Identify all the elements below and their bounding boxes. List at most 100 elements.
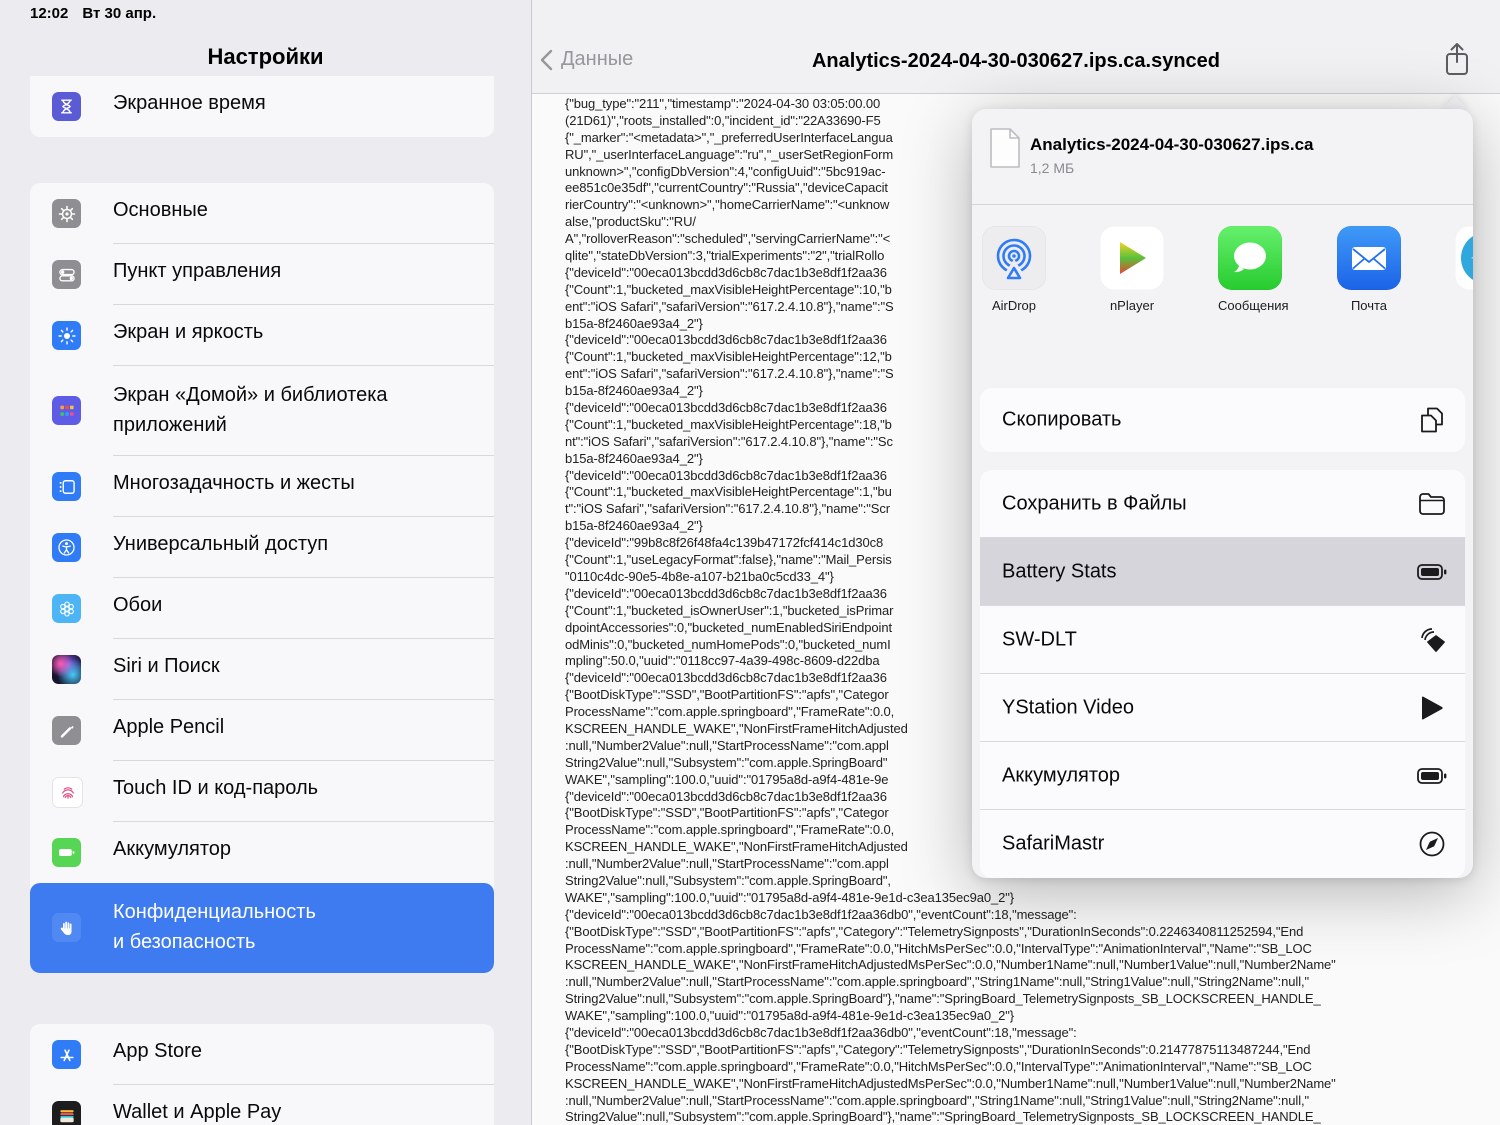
battery-app-icon bbox=[52, 838, 81, 867]
log-line: WAKE","sampling":100.0,"uuid":"01795a8d-… bbox=[565, 889, 1014, 905]
hand-icon bbox=[52, 913, 81, 942]
home-screen-icon bbox=[52, 396, 81, 425]
pencil-icon bbox=[52, 716, 81, 745]
sidebar-item-siri-search[interactable]: Siri и Поиск bbox=[30, 639, 494, 700]
app-store-icon bbox=[52, 1040, 81, 1069]
share-action-label: Battery Stats bbox=[1002, 560, 1117, 583]
sidebar-item-label: Многозадачность и жесты bbox=[113, 472, 355, 494]
sidebar-item-label: Экран и яркость bbox=[113, 321, 264, 343]
share-icon bbox=[1446, 43, 1468, 75]
log-line: {"BootDiskType":"SSD","BootPartitionFS":… bbox=[565, 1041, 1311, 1057]
sidebar-item-wallet[interactable]: Wallet и Apple Pay bbox=[30, 1085, 494, 1125]
sidebar-item-label: Wallet и Apple Pay bbox=[113, 1101, 282, 1123]
messages-icon bbox=[1218, 226, 1282, 290]
sidebar-item-home-screen[interactable]: Экран «Домой» и библиотека приложений bbox=[30, 366, 494, 456]
share-action-label: SafariMastr bbox=[1002, 832, 1105, 855]
sidebar-item-label: Основные bbox=[113, 199, 208, 221]
sidebar-item-app-store[interactable]: App Store bbox=[30, 1024, 494, 1085]
sidebar-item-label: Конфиденциальность и безопасность bbox=[113, 901, 316, 953]
sidebar-title: Настройки bbox=[207, 44, 324, 69]
screen-time-icon bbox=[52, 92, 81, 121]
share-action-sw-dlt[interactable]: SW-DLT bbox=[980, 606, 1465, 674]
folder-icon bbox=[1417, 489, 1447, 519]
play-icon bbox=[1417, 693, 1447, 723]
flower-icon bbox=[52, 594, 81, 623]
sidebar-item-label: Обои bbox=[113, 594, 163, 616]
log-line: {"deviceId":"00eca013bcdd3d6cb8c7dac1b3e… bbox=[565, 906, 1077, 922]
sun-icon bbox=[52, 321, 81, 350]
file-title: Analytics-2024-04-30-030627.ips.ca.synce… bbox=[811, 50, 1221, 72]
sidebar-item-control-center[interactable]: Пункт управления bbox=[30, 244, 494, 305]
log-line: {"BootDiskType":"SSD","BootPartitionFS":… bbox=[565, 923, 1304, 939]
nplayer-icon bbox=[1100, 226, 1164, 290]
share-app-nplayer[interactable]: nPlayer bbox=[1100, 226, 1164, 313]
sidebar-group-bottom: App Store Wallet и Apple Pay bbox=[30, 1024, 494, 1125]
settings-app-screen: 12:02Вт 30 апр. 19 % Настройки Экранное … bbox=[0, 0, 1500, 1125]
sidebar: Настройки Экранное время Основные Пункт … bbox=[0, 0, 531, 1125]
share-app-label: nPlayer bbox=[1109, 298, 1155, 313]
compass-icon bbox=[1417, 829, 1447, 859]
log-line: KSCREEN_HANDLE_WAKE","NonFirstFrameHitch… bbox=[565, 957, 1336, 973]
sidebar-item-label: App Store bbox=[113, 1040, 202, 1062]
control-center-icon bbox=[52, 260, 81, 289]
share-app-label: Сообщения bbox=[1218, 298, 1289, 313]
sidebar-item-display-brightness[interactable]: Экран и яркость bbox=[30, 305, 494, 366]
share-file-header: Analytics-2024-04-30-030627.ips.ca 1,2 М… bbox=[972, 109, 1473, 205]
airdrop-icon bbox=[982, 226, 1046, 290]
share-app-telegram[interactable]: Te bbox=[1455, 226, 1473, 313]
copy-icon bbox=[1417, 405, 1447, 435]
sidebar-item-accessibility[interactable]: Универсальный доступ bbox=[30, 517, 494, 578]
share-app-label: Почта bbox=[1350, 298, 1388, 313]
share-action-save-to-files[interactable]: Сохранить в Файлы bbox=[980, 470, 1465, 538]
sidebar-item-touch-id[interactable]: Touch ID и код-пароль bbox=[30, 761, 494, 822]
sidebar-item-label: Аккумулятор bbox=[113, 838, 232, 860]
separator bbox=[972, 204, 1473, 205]
back-button[interactable]: Данные bbox=[540, 48, 633, 71]
share-app-label: AirDrop bbox=[991, 298, 1037, 313]
share-sheet: Analytics-2024-04-30-030627.ips.ca 1,2 М… bbox=[972, 109, 1473, 878]
sidebar-item-apple-pencil[interactable]: Apple Pencil bbox=[30, 700, 494, 761]
sidebar-item-multitasking[interactable]: Многозадачность и жесты bbox=[30, 456, 494, 517]
share-file-name: Analytics-2024-04-30-030627.ips.ca bbox=[1030, 135, 1314, 154]
telegram-icon bbox=[1455, 226, 1473, 290]
log-line: ProcessName":"com.apple.springboard","Fr… bbox=[565, 1058, 1312, 1074]
sidebar-item-label: Универсальный доступ bbox=[113, 533, 329, 555]
share-app-mail[interactable]: Почта bbox=[1337, 226, 1401, 313]
share-action-copy[interactable]: Скопировать bbox=[980, 388, 1465, 452]
wallet-icon bbox=[52, 1101, 81, 1125]
share-apps-row: AirDrop nPlayer Сообщения Почта bbox=[972, 206, 1473, 361]
share-action-safarimastr[interactable]: SafariMastr bbox=[980, 810, 1465, 878]
battery-filled-icon bbox=[1417, 557, 1447, 587]
sidebar-item-battery[interactable]: Аккумулятор bbox=[30, 822, 494, 883]
share-action-label: Аккумулятор bbox=[1002, 764, 1121, 787]
sidebar-item-label: Пункт управления bbox=[113, 260, 282, 282]
sidebar-item-label: Siri и Поиск bbox=[113, 655, 220, 677]
share-action-battery-stats[interactable]: Battery Stats bbox=[980, 538, 1465, 606]
document-icon bbox=[988, 127, 1022, 174]
log-line: KSCREEN_HANDLE_WAKE","NonFirstFrameHitch… bbox=[565, 1075, 1336, 1091]
share-actions-group: Сохранить в Файлы Battery Stats SW-DLT Y… bbox=[980, 470, 1465, 878]
sidebar-group-top: Экранное время bbox=[30, 76, 494, 137]
share-primary-actions: Скопировать bbox=[980, 388, 1465, 452]
log-line: :null,"Number2Value":null,"StartProcessN… bbox=[565, 1092, 1310, 1108]
share-app-messages[interactable]: Сообщения bbox=[1218, 226, 1289, 313]
log-line: :null,"Number2Value":null,"StartProcessN… bbox=[565, 974, 1310, 990]
share-action-ystation-video[interactable]: YStation Video bbox=[980, 674, 1465, 742]
log-line: WAKE","sampling":100.0,"uuid":"01795a8d-… bbox=[565, 1008, 1014, 1024]
sidebar-item-screen-time[interactable]: Экранное время bbox=[30, 76, 494, 137]
log-line: String2Value":null,"Subsystem":"com.appl… bbox=[565, 1109, 1321, 1125]
sidebar-item-general[interactable]: Основные bbox=[30, 183, 494, 244]
sidebar-item-label: Экран «Домой» и библиотека приложений bbox=[113, 384, 388, 436]
log-line: String2Value":null,"Subsystem":"com.appl… bbox=[565, 991, 1321, 1007]
share-app-airdrop[interactable]: AirDrop bbox=[982, 226, 1046, 313]
sidebar-item-label: Touch ID и код-пароль bbox=[113, 777, 319, 799]
back-label: Данные bbox=[561, 48, 634, 70]
sidebar-item-privacy-security[interactable]: Конфиденциальность и безопасность bbox=[30, 883, 494, 973]
share-button[interactable] bbox=[1442, 42, 1476, 78]
share-action-battery[interactable]: Аккумулятор bbox=[980, 742, 1465, 810]
siri-icon bbox=[52, 655, 81, 684]
sidebar-item-wallpaper[interactable]: Обои bbox=[30, 578, 494, 639]
gear-icon bbox=[52, 199, 81, 228]
battery-filled-icon bbox=[1417, 761, 1447, 791]
layers-icon bbox=[1417, 625, 1447, 655]
